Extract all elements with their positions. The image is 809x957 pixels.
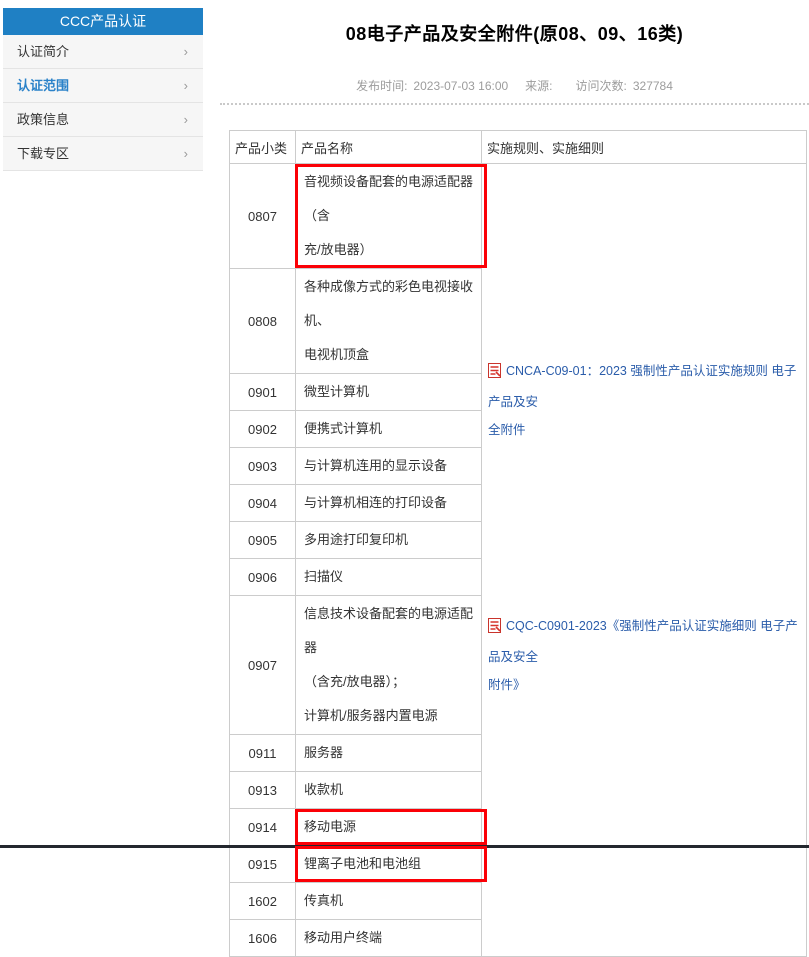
sidebar-item-label: 认证范围 — [17, 77, 70, 93]
sidebar: CCC产品认证 认证简介 › 认证范围 › 政策信息 › 下载专区 › — [3, 8, 203, 171]
chevron-right-icon: › — [183, 111, 188, 127]
detail-document-label: CQC-C0901-2023《强制性产品认证实施细则 电子产品及安全 附件》 — [488, 619, 798, 692]
product-name-cell: 服务器 — [295, 734, 482, 772]
product-code-cell: 0901 — [229, 373, 296, 411]
product-name-cell: 收款机 — [295, 771, 482, 809]
pdf-icon — [488, 360, 501, 388]
chevron-right-icon: › — [183, 43, 188, 59]
rule-document-link[interactable]: CNCA-C09-01：2023 强制性产品认证实施规则 电子产品及安 全附件 — [488, 357, 802, 444]
column-header-name: 产品名称 — [295, 130, 482, 164]
sidebar-item[interactable]: 认证范围 › — [3, 69, 203, 103]
product-category-table: 产品小类 产品名称 实施规则、实施细则 0807 音视频设备配套的电源适配器（含… — [229, 130, 807, 957]
product-code-cell: 1606 — [229, 919, 296, 957]
product-name-cell: 传真机 — [295, 882, 482, 920]
detail-document-link[interactable]: CQC-C0901-2023《强制性产品认证实施细则 电子产品及安全 附件》 — [488, 612, 802, 699]
rules-cell: CNCA-C09-01：2023 强制性产品认证实施规则 电子产品及安 全附件 … — [481, 163, 807, 957]
product-name-cell: 微型计算机 — [295, 373, 482, 411]
dotted-divider — [220, 103, 809, 105]
page-title: 08电子产品及安全附件(原08、09、16类) — [345, 24, 684, 44]
product-name-cell: 锂离子电池和电池组 — [295, 845, 488, 883]
product-code-cell: 0904 — [229, 484, 296, 522]
product-name-cell: 与计算机相连的打印设备 — [295, 484, 482, 522]
product-code-cell: 0807 — [229, 163, 296, 269]
column-header-rules: 实施规则、实施细则 — [481, 130, 807, 164]
visits-label: 访问次数: — [575, 79, 627, 93]
product-code-cell: 0907 — [229, 595, 296, 735]
publish-time-label: 发布时间: — [356, 79, 408, 93]
product-code-cell: 0903 — [229, 447, 296, 485]
rule-document-label: CNCA-C09-01：2023 强制性产品认证实施规则 电子产品及安 全附件 — [488, 364, 797, 437]
article-area: 08电子产品及安全附件(原08、09、16类) 发布时间: 2023-07-03 … — [220, 0, 809, 105]
product-code-cell: 0911 — [229, 734, 296, 772]
product-name-cell: 音视频设备配套的电源适配器（含 充/放电器） — [295, 163, 488, 269]
sidebar-title: CCC产品认证 — [3, 8, 203, 35]
product-name-cell: 与计算机连用的显示设备 — [295, 447, 482, 485]
product-code-cell: 0906 — [229, 558, 296, 596]
product-name-cell: 各种成像方式的彩色电视接收机、 电视机顶盒 — [295, 268, 482, 374]
table-header-row: 产品小类 产品名称 实施规则、实施细则 — [229, 130, 807, 164]
footer-divider — [0, 845, 809, 848]
chevron-right-icon: › — [183, 145, 188, 161]
sidebar-item[interactable]: 认证简介 › — [3, 35, 203, 69]
table-row: 0807 音视频设备配套的电源适配器（含 充/放电器） CNCA-C09-01：… — [229, 163, 807, 957]
article-meta: 发布时间: 2023-07-03 16:00 来源: 访问次数: 327784 — [220, 77, 809, 94]
publish-time-value: 2023-07-03 16:00 — [413, 79, 509, 93]
product-name-cell: 信息技术设备配套的电源适配器 （含充/放电器）； 计算机/服务器内置电源 — [295, 595, 482, 735]
sidebar-item-label: 政策信息 — [17, 111, 70, 127]
product-code-cell: 0913 — [229, 771, 296, 809]
product-code-cell: 0905 — [229, 521, 296, 559]
product-name-cell: 移动电源 — [295, 808, 488, 846]
product-code-cell: 0915 — [229, 845, 296, 883]
column-header-code: 产品小类 — [229, 130, 296, 164]
product-code-cell: 0914 — [229, 808, 296, 846]
sidebar-item[interactable]: 政策信息 › — [3, 103, 203, 137]
product-name-cell: 扫描仪 — [295, 558, 482, 596]
visits-value: 327784 — [632, 79, 673, 93]
product-code-cell: 1602 — [229, 882, 296, 920]
pdf-icon — [488, 615, 501, 643]
product-code-cell: 0808 — [229, 268, 296, 374]
chevron-right-icon: › — [183, 77, 188, 93]
source-label: 来源: — [525, 79, 553, 93]
sidebar-item[interactable]: 下载专区 › — [3, 137, 203, 171]
product-name-cell: 便携式计算机 — [295, 410, 482, 448]
product-name-cell: 移动用户终端 — [295, 919, 482, 957]
sidebar-item-label: 认证简介 — [17, 43, 70, 59]
product-code-cell: 0902 — [229, 410, 296, 448]
product-name-cell: 多用途打印复印机 — [295, 521, 482, 559]
sidebar-item-label: 下载专区 — [17, 145, 70, 161]
sidebar-menu: 认证简介 › 认证范围 › 政策信息 › 下载专区 › — [3, 35, 203, 171]
